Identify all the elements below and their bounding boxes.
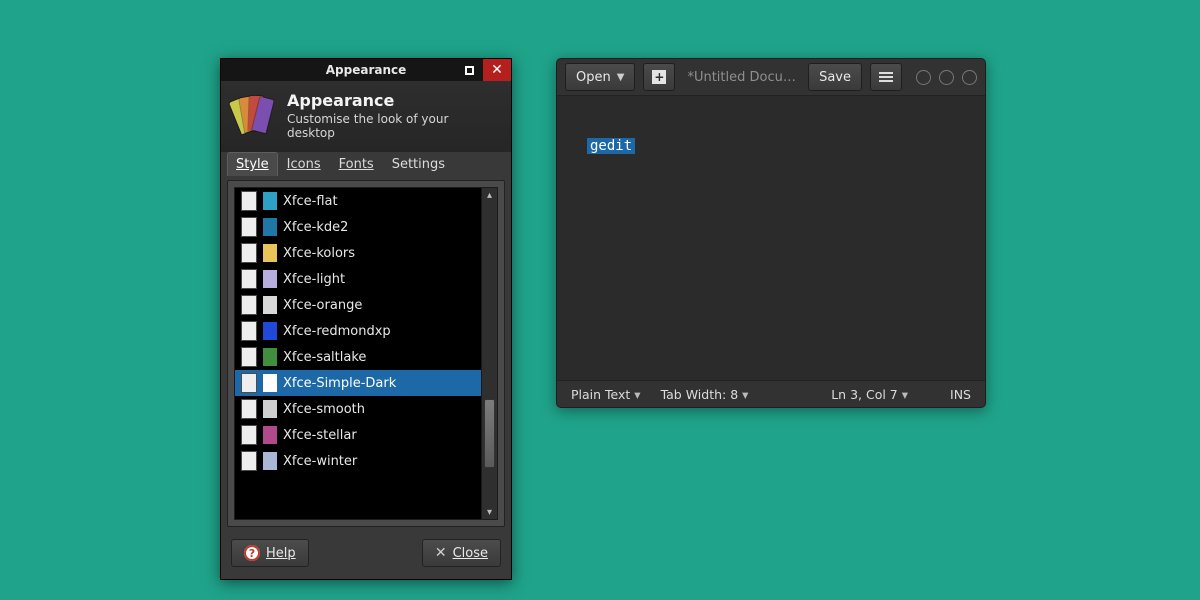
scrollbar-thumb[interactable]	[484, 399, 495, 468]
theme-swatch-light-icon	[241, 269, 257, 289]
theme-row[interactable]: Xfce-light	[235, 266, 481, 292]
gedit-headerbar[interactable]: Open ▼ + *Untitled Document 1 - gedit Sa…	[557, 59, 985, 96]
theme-swatch-light-icon	[241, 295, 257, 315]
theme-row[interactable]: Xfce-redmondxp	[235, 318, 481, 344]
close-button[interactable]: ✕ Close	[422, 539, 501, 567]
help-icon: ?	[244, 545, 260, 561]
theme-swatch-light-icon	[241, 217, 257, 237]
theme-name: Xfce-kde2	[283, 220, 348, 235]
theme-list[interactable]: Xfce-flat Xfce-kde2 Xfce-kolors Xfce-light X…	[235, 188, 481, 519]
help-button-label: Help	[266, 546, 296, 561]
appearance-header-title: Appearance	[287, 91, 497, 110]
theme-swatch-light-icon	[241, 399, 257, 419]
gedit-text-area[interactable]: gedit	[557, 96, 985, 380]
new-document-icon: +	[652, 70, 666, 84]
appearance-header-sub: Customise the look of your desktop	[287, 112, 497, 140]
close-icon: ✕	[435, 545, 447, 561]
gedit-window: Open ▼ + *Untitled Document 1 - gedit Sa…	[556, 58, 986, 408]
close-button-label: Close	[453, 546, 488, 561]
save-button-label: Save	[819, 70, 851, 85]
theme-name: Xfce-winter	[283, 454, 357, 469]
appearance-titlebar[interactable]: Appearance ✕	[221, 59, 511, 81]
save-button[interactable]: Save	[808, 63, 862, 91]
appearance-footer: ? Help ✕ Close	[221, 527, 511, 579]
theme-swatch-light-icon	[241, 347, 257, 367]
theme-name: Xfce-stellar	[283, 428, 357, 443]
appearance-header: Appearance Customise the look of your de…	[221, 81, 511, 152]
window-restore-icon	[465, 66, 474, 75]
theme-name: Xfce-smooth	[283, 402, 365, 417]
tab-fonts[interactable]: Fonts	[330, 152, 383, 176]
theme-swatch-light-icon	[241, 243, 257, 263]
theme-swatch-accent-icon	[263, 400, 277, 418]
tab-settings[interactable]: Settings	[383, 152, 454, 176]
gedit-window-controls	[916, 70, 977, 85]
theme-list-scrollbar[interactable]: ▴ ▾	[481, 188, 497, 519]
scroll-down-icon[interactable]: ▾	[482, 505, 497, 519]
theme-swatch-accent-icon	[263, 218, 277, 236]
theme-row[interactable]: Xfce-saltlake	[235, 344, 481, 370]
theme-row[interactable]: Xfce-orange	[235, 292, 481, 318]
theme-swatch-accent-icon	[263, 374, 277, 392]
theme-swatch-light-icon	[241, 191, 257, 211]
theme-row[interactable]: Xfce-kolors	[235, 240, 481, 266]
theme-swatch-accent-icon	[263, 244, 277, 262]
window-close-button[interactable]	[962, 70, 977, 85]
theme-row[interactable]: Xfce-stellar	[235, 422, 481, 448]
theme-row[interactable]: Xfce-winter	[235, 448, 481, 474]
theme-name: Xfce-redmondxp	[283, 324, 391, 339]
theme-swatch-accent-icon	[263, 270, 277, 288]
theme-name: Xfce-orange	[283, 298, 362, 313]
theme-name: Xfce-kolors	[283, 246, 355, 261]
theme-row[interactable]: Xfce-smooth	[235, 396, 481, 422]
theme-row[interactable]: Xfce-flat	[235, 188, 481, 214]
gedit-title: *Untitled Document 1 - gedit	[683, 70, 800, 85]
scroll-up-icon[interactable]: ▴	[482, 188, 497, 202]
theme-name: Xfce-light	[283, 272, 345, 287]
close-icon: ✕	[491, 63, 503, 77]
appearance-icon	[235, 96, 275, 136]
open-button[interactable]: Open ▼	[565, 63, 635, 91]
theme-name: Xfce-saltlake	[283, 350, 366, 365]
help-button[interactable]: ? Help	[231, 539, 309, 567]
tab-icons[interactable]: Icons	[278, 152, 330, 176]
theme-swatch-accent-icon	[263, 426, 277, 444]
theme-swatch-accent-icon	[263, 192, 277, 210]
hamburger-icon	[879, 70, 893, 84]
theme-swatch-accent-icon	[263, 296, 277, 314]
appearance-titlebar-label: Appearance	[326, 63, 407, 77]
theme-name: Xfce-flat	[283, 194, 338, 209]
appearance-tabs: Style Icons Fonts Settings	[221, 152, 511, 176]
appearance-body: Xfce-flat Xfce-kde2 Xfce-kolors Xfce-light X…	[227, 180, 505, 527]
cursor-position[interactable]: Ln 3, Col 7	[831, 387, 908, 402]
window-minimize-button[interactable]	[916, 70, 931, 85]
theme-swatch-light-icon	[241, 451, 257, 471]
theme-name: Xfce-Simple-Dark	[283, 376, 396, 391]
theme-swatch-accent-icon	[263, 452, 277, 470]
window-maximize-button[interactable]	[939, 70, 954, 85]
hamburger-menu-button[interactable]	[870, 63, 902, 91]
open-button-label: Open	[576, 70, 611, 85]
gedit-selected-text: gedit	[587, 138, 635, 154]
minimize-button[interactable]	[455, 59, 483, 81]
new-tab-button[interactable]: +	[643, 63, 675, 91]
theme-row[interactable]: Xfce-kde2	[235, 214, 481, 240]
theme-row[interactable]: Xfce-Simple-Dark	[235, 370, 481, 396]
tabwidth-dropdown[interactable]: Tab Width: 8	[661, 387, 749, 402]
theme-swatch-light-icon	[241, 425, 257, 445]
insert-mode[interactable]: INS	[950, 387, 971, 402]
gedit-status-bar: Plain Text Tab Width: 8 Ln 3, Col 7 INS	[557, 380, 985, 407]
theme-swatch-accent-icon	[263, 348, 277, 366]
syntax-dropdown[interactable]: Plain Text	[571, 387, 641, 402]
tab-style[interactable]: Style	[227, 152, 278, 176]
theme-swatch-light-icon	[241, 373, 257, 393]
theme-swatch-light-icon	[241, 321, 257, 341]
chevron-down-icon: ▼	[617, 72, 625, 83]
close-window-button[interactable]: ✕	[483, 59, 511, 81]
theme-swatch-accent-icon	[263, 322, 277, 340]
appearance-window: Appearance ✕ Appearance Customise the lo…	[220, 58, 512, 580]
